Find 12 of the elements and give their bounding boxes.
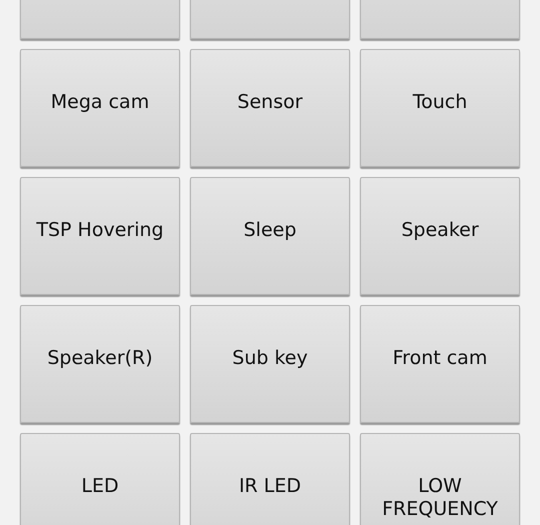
test-button[interactable]: Front cam	[360, 305, 520, 423]
test-button[interactable]: TSP Hovering	[20, 177, 180, 295]
test-button[interactable]: Sleep	[190, 177, 350, 295]
test-button[interactable]: LOW FREQUENCY	[360, 433, 520, 525]
test-button[interactable]: Speaker(R)	[20, 305, 180, 423]
test-button[interactable]: Touch	[360, 49, 520, 167]
test-button[interactable]: Speaker	[360, 177, 520, 295]
test-button[interactable]: IR LED	[190, 433, 350, 525]
test-button[interactable]: Sensor	[190, 49, 350, 167]
test-button[interactable]: Sub key	[190, 305, 350, 423]
test-button[interactable]: Mega cam	[20, 49, 180, 167]
test-button[interactable]: LED	[20, 433, 180, 525]
